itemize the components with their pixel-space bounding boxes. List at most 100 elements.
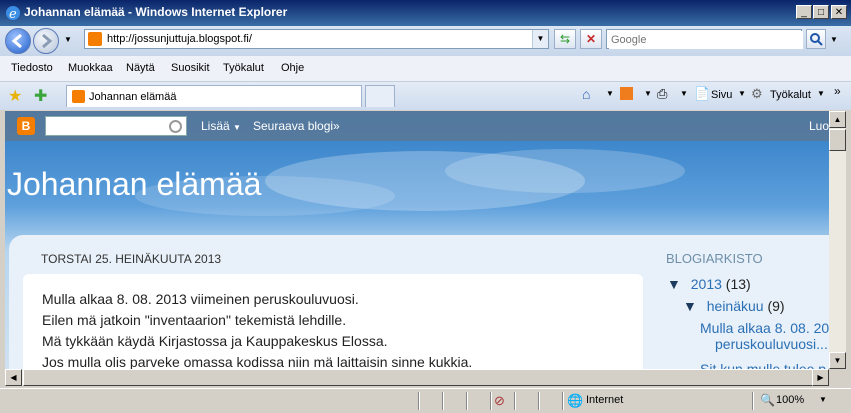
scroll-down-button[interactable]: ▼: [829, 352, 846, 369]
status-divider: [442, 392, 443, 410]
horizontal-scrollbar[interactable]: ◀ ▶: [5, 369, 829, 386]
close-button[interactable]: ✕: [831, 5, 847, 19]
menu-tools[interactable]: Työkalut: [223, 62, 264, 74]
address-bar[interactable]: http://jossunjuttuja.blogspot.fi/ ▼: [84, 29, 549, 49]
minimize-button[interactable]: _: [796, 5, 812, 19]
print-dropdown-icon[interactable]: ▼: [680, 89, 688, 98]
tools-menu-label[interactable]: Työkalut: [770, 89, 811, 101]
search-icon: [810, 33, 823, 46]
feeds-icon[interactable]: [620, 87, 633, 100]
new-tab-button[interactable]: [365, 85, 395, 107]
collapse-triangle-icon[interactable]: ▼: [683, 298, 697, 314]
scroll-left-button[interactable]: ◀: [5, 369, 22, 386]
archive-year-item[interactable]: ▼ 2013 (13): [667, 276, 751, 292]
ie-logo-icon: e: [6, 6, 20, 21]
history-dropdown-icon[interactable]: ▼: [64, 35, 72, 44]
tab-current[interactable]: Johannan elämää: [66, 85, 362, 107]
archive-post-link[interactable]: Sit kun mulle tulee p: [700, 361, 826, 369]
blogger-favicon-icon: [72, 90, 85, 103]
more-link[interactable]: Lisää ▼: [201, 119, 241, 133]
status-divider: [538, 392, 539, 410]
status-divider: [418, 392, 419, 410]
search-button[interactable]: [806, 29, 826, 49]
add-favorite-icon[interactable]: ✚: [34, 86, 47, 106]
collapse-triangle-icon[interactable]: ▼: [667, 276, 681, 292]
menu-view[interactable]: Näytä: [126, 62, 155, 74]
horizontal-scroll-thumb[interactable]: [23, 369, 813, 386]
menu-help[interactable]: Ohje: [281, 62, 304, 74]
archive-post-link-cont[interactable]: peruskouluvuosi...: [715, 336, 828, 352]
blogger-logo-icon[interactable]: B: [17, 117, 35, 135]
archive-month-link[interactable]: heinäkuu: [707, 298, 764, 314]
search-input[interactable]: [609, 31, 803, 49]
status-divider: [562, 392, 563, 410]
vertical-scroll-thumb[interactable]: [829, 129, 846, 151]
refresh-button[interactable]: ⇆: [554, 29, 576, 49]
forward-arrow-icon: [42, 33, 53, 49]
favorites-star-icon[interactable]: ★: [8, 86, 22, 106]
menu-bar: Tiedosto Muokkaa Näytä Suosikit Työkalut…: [0, 56, 851, 82]
print-icon[interactable]: ⎙: [657, 86, 667, 102]
zoom-icon: 🔍: [760, 393, 775, 407]
menu-favorites[interactable]: Suosikit: [171, 62, 210, 74]
tools-dropdown-icon[interactable]: ▼: [817, 89, 825, 98]
post-line: Jos mulla olis parveke omassa kodissa ni…: [42, 354, 473, 369]
address-dropdown-icon[interactable]: ▼: [532, 30, 548, 48]
stop-icon: ✕: [585, 32, 597, 46]
archive-month-item[interactable]: ▼ heinäkuu (9): [683, 298, 785, 314]
scroll-corner: [829, 369, 846, 386]
create-blog-link[interactable]: Luo: [809, 119, 829, 133]
archive-heading: BLOGIARKISTO: [666, 251, 763, 266]
archive-year-link[interactable]: 2013: [691, 276, 722, 292]
page-viewport: B Lisää ▼ Seuraava blogi» Luo Johannan e…: [5, 111, 829, 369]
page-dropdown-icon[interactable]: ▼: [738, 89, 746, 98]
chevron-down-icon: ▼: [233, 123, 241, 132]
status-divider: [466, 392, 467, 410]
status-divider: [752, 392, 753, 410]
archive-post-link[interactable]: Mulla alkaa 8. 08. 20: [700, 320, 829, 336]
date-header: TORSTAI 25. HEINÄKUUTA 2013: [41, 252, 222, 266]
globe-icon: 🌐: [567, 393, 584, 408]
scroll-right-button[interactable]: ▶: [812, 369, 829, 386]
zoom-level[interactable]: 100%: [776, 394, 804, 406]
scroll-up-button[interactable]: ▲: [829, 111, 846, 128]
forward-button[interactable]: [33, 28, 59, 54]
page-icon: 📄: [694, 86, 711, 101]
status-bar: ⊘ 🌐 Internet 🔍 100% ▼: [0, 388, 851, 413]
security-zone-label[interactable]: Internet: [586, 394, 623, 406]
vertical-scrollbar[interactable]: ▲ ▼: [829, 111, 846, 369]
chevron-more-icon[interactable]: »: [834, 84, 841, 98]
page-menu-label[interactable]: Sivu: [711, 89, 732, 101]
zoom-dropdown-icon[interactable]: ▼: [819, 395, 827, 404]
search-options-icon[interactable]: ▼: [830, 35, 838, 44]
status-divider: [490, 392, 491, 410]
feeds-dropdown-icon[interactable]: ▼: [644, 89, 652, 98]
search-icon[interactable]: [169, 120, 182, 133]
home-dropdown-icon[interactable]: ▼: [606, 89, 614, 98]
refresh-icon: ⇆: [559, 32, 571, 46]
archive-year-count: (13): [725, 276, 751, 292]
back-arrow-icon: [11, 33, 22, 49]
status-divider: [514, 392, 515, 410]
home-icon[interactable]: ⌂: [582, 86, 590, 102]
tab-label: Johannan elämää: [89, 91, 177, 103]
address-toolbar: ▼ http://jossunjuttuja.blogspot.fi/ ▼ ⇆ …: [0, 26, 851, 56]
privacy-icon[interactable]: ⊘: [494, 393, 505, 409]
back-button[interactable]: [5, 28, 31, 54]
menu-file[interactable]: Tiedosto: [11, 62, 53, 74]
menu-edit[interactable]: Muokkaa: [68, 62, 113, 74]
svg-text:e: e: [9, 7, 17, 21]
search-box[interactable]: [606, 29, 803, 49]
post-line: Mä tykkään käydä Kirjastossa ja Kauppake…: [42, 333, 388, 349]
tab-bar: ★ ✚ Johannan elämää ⌂ ▼ ▼ ⎙ ▼ 📄 Sivu ▼ ⚙…: [0, 82, 851, 110]
tools-gear-icon: ⚙: [751, 86, 763, 101]
archive-month-count: (9): [767, 298, 785, 314]
blog-search-input[interactable]: [45, 116, 187, 136]
address-url[interactable]: http://jossunjuttuja.blogspot.fi/: [107, 33, 252, 45]
post-line: Mulla alkaa 8. 08. 2013 viimeinen perusk…: [42, 291, 359, 307]
post-body: Mulla alkaa 8. 08. 2013 viimeinen perusk…: [23, 274, 643, 369]
blog-title[interactable]: Johannan elämää: [7, 166, 261, 203]
next-blog-link[interactable]: Seuraava blogi»: [253, 119, 340, 133]
maximize-button[interactable]: □: [813, 5, 829, 19]
stop-button[interactable]: ✕: [580, 29, 602, 49]
